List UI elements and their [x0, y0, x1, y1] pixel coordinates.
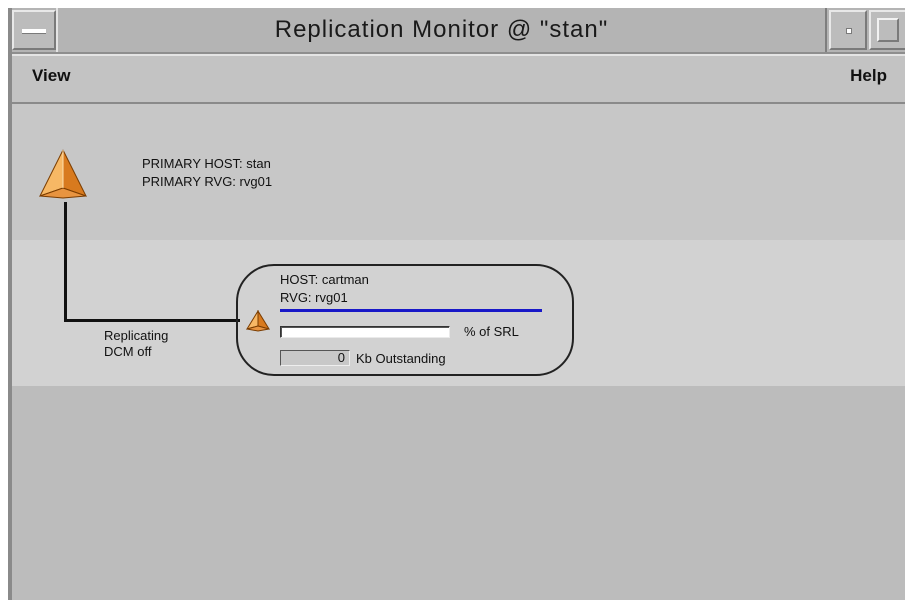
dcm-status-label: DCM off	[104, 344, 152, 359]
primary-pyramid-icon[interactable]	[38, 148, 88, 200]
srl-label: % of SRL	[464, 324, 519, 339]
maximize-icon	[877, 18, 899, 42]
replication-status-label: Replicating	[104, 328, 169, 343]
menu-help[interactable]: Help	[850, 66, 887, 86]
minimize-button[interactable]	[829, 10, 867, 50]
window-title: Replication Monitor @ "stan"	[56, 8, 827, 52]
primary-band	[10, 104, 905, 240]
connector-horizontal	[64, 319, 240, 322]
secondary-divider	[280, 309, 542, 312]
maximize-button[interactable]	[869, 10, 905, 50]
primary-host-label: PRIMARY HOST: stan	[142, 156, 271, 171]
srl-progress-bar	[280, 326, 450, 338]
empty-area	[10, 386, 905, 600]
secondary-pyramid-icon[interactable]	[246, 310, 270, 332]
secondary-host-label: HOST: cartman	[280, 272, 369, 287]
window-menu-icon	[22, 29, 46, 34]
menu-bar: View Help	[10, 54, 905, 104]
window-left-border	[10, 8, 12, 600]
minimize-icon	[846, 28, 852, 34]
window-menu-button[interactable]	[12, 10, 56, 50]
kb-outstanding-label: Kb Outstanding	[356, 351, 446, 366]
connector-vertical	[64, 202, 67, 322]
primary-rvg-label: PRIMARY RVG: rvg01	[142, 174, 273, 189]
replication-monitor-window: Replication Monitor @ "stan" View Help P…	[8, 8, 905, 600]
secondary-rvg-label: RVG: rvg01	[280, 290, 348, 305]
menu-view[interactable]: View	[32, 66, 70, 86]
title-bar[interactable]: Replication Monitor @ "stan"	[10, 8, 905, 54]
kb-outstanding-value: 0	[280, 350, 350, 366]
monitor-canvas: PRIMARY HOST: stan PRIMARY RVG: rvg01 Re…	[10, 104, 905, 600]
